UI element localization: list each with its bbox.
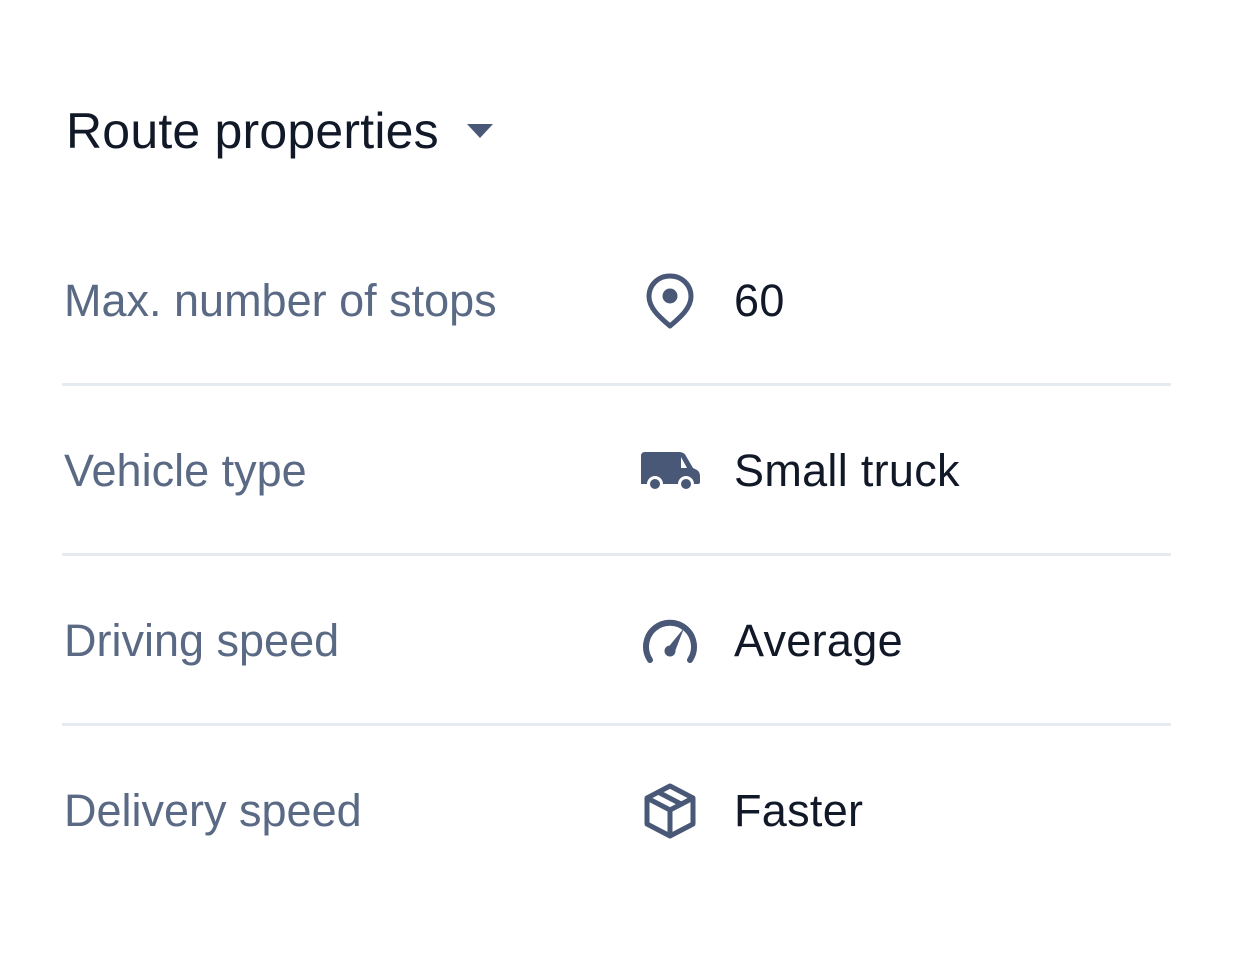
property-value-text: 60 <box>734 275 785 326</box>
property-row-driving-speed: Driving speed Average <box>62 556 1171 726</box>
property-value: Small truck <box>638 386 960 556</box>
map-pin-icon <box>638 269 702 333</box>
property-row-max-stops: Max. number of stops 60 <box>62 216 1171 386</box>
route-properties-panel: Route properties Max. number of stops 60… <box>0 0 1235 972</box>
property-value: 60 <box>638 216 785 386</box>
section-title: Route properties <box>66 103 439 159</box>
property-value: Faster <box>638 726 863 896</box>
property-row-vehicle-type: Vehicle type Small truck <box>62 386 1171 556</box>
property-row-delivery-speed: Delivery speed Faster <box>62 726 1171 896</box>
properties-list: Max. number of stops 60 Vehicle type Sma… <box>62 216 1171 896</box>
property-label: Max. number of stops <box>64 275 497 326</box>
property-label: Delivery speed <box>64 785 362 836</box>
speedometer-icon <box>638 609 702 673</box>
property-value: Average <box>638 556 903 726</box>
truck-icon <box>638 439 702 503</box>
property-value-text: Faster <box>734 785 864 836</box>
property-value-text: Average <box>734 615 903 666</box>
property-value-text: Small truck <box>734 445 960 496</box>
package-icon <box>638 779 702 843</box>
property-label: Driving speed <box>64 615 340 666</box>
property-label: Vehicle type <box>64 445 307 496</box>
route-properties-toggle[interactable]: Route properties <box>66 96 495 166</box>
caret-down-icon <box>465 121 495 141</box>
